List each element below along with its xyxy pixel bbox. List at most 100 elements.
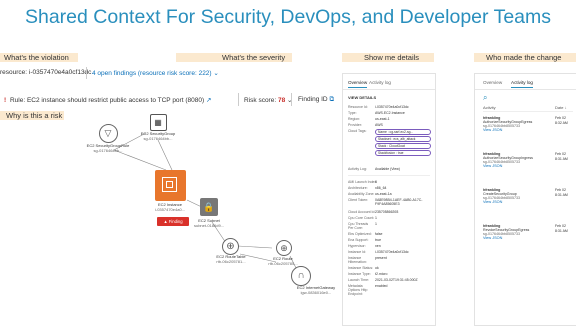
row-label: Type: — [348, 111, 357, 115]
node-id: i-0357470e4a0... — [154, 207, 186, 212]
col-activity: Activity — [483, 105, 496, 110]
activity-log-link[interactable]: Available (View) — [375, 167, 400, 171]
row-label: Architecture: — [348, 186, 368, 190]
tag-chip[interactable]: Stack : CloudGoat — [375, 143, 431, 149]
lock-icon[interactable]: 🔒 — [200, 198, 218, 216]
row-label: Region: — [348, 117, 361, 121]
row-label: Cloud Account Id: — [348, 210, 376, 214]
col-date-label: Date — [555, 105, 564, 110]
finding-badge-label: Finding — [168, 219, 183, 224]
list-item[interactable]: hfrankling CreateSecurityGroup sg-017646… — [483, 188, 573, 204]
row-label: Metadata Options Http Endpoint: — [348, 284, 368, 296]
edge-sg-instance — [157, 139, 173, 171]
row-label: Activity Log: — [348, 167, 367, 171]
tab-activity-log[interactable]: Activity log — [369, 80, 391, 85]
cloud-tags: Name : cg-ssrf-ec2-sg... Stackset : ecs_… — [375, 129, 431, 156]
row-value: t2.micro — [375, 272, 388, 276]
entry-date: Feb 02 — [555, 152, 566, 156]
node-security-group-rule[interactable]: ▽ EC2 SecurityGroupRule sg-0176464bb... — [86, 124, 130, 153]
entry-date: Feb 02 — [555, 224, 566, 228]
node-id: igw-0836016e0... — [300, 290, 332, 295]
tag-chip[interactable]: Stackfusion : true — [375, 150, 431, 156]
entry-time: 8:32 AM — [555, 121, 568, 125]
entry-date: Feb 02 — [555, 116, 566, 120]
row-value: 0A8E98B4-1AEF-4AB0-A17C-F9F4A85605E3 — [375, 198, 423, 206]
entry-time: 8:31 AM — [555, 157, 568, 161]
list-item[interactable]: hfrankling AuthorizeSecurityGroupEgress … — [483, 116, 573, 132]
view-json-link[interactable]: View JSON — [483, 236, 573, 240]
edge-rule-instance — [113, 149, 167, 171]
funnel-icon: ▽ — [98, 124, 118, 143]
row-value: 0 — [375, 180, 377, 184]
row-value: 2021-03-02T19:31:45.000Z — [375, 278, 418, 282]
row-value: 1 — [375, 216, 377, 220]
row-value: false — [375, 232, 383, 236]
row-label: Cloud Tags: — [348, 129, 367, 133]
row-label: Client Token: — [348, 198, 369, 202]
row-value: xen — [375, 244, 381, 248]
entry-time: 8:31 AM — [555, 193, 568, 197]
view-json-link[interactable]: View JSON — [483, 200, 573, 204]
tag-chip[interactable]: Stackset : ecs_alb_attack — [375, 136, 431, 142]
row-label: Ebs Optimized: — [348, 232, 372, 236]
node-id: sg-0176464bb... — [143, 136, 173, 141]
node-subnet-label: EC2 Subnet subnet-0186d9... — [186, 218, 232, 228]
gateway-icon[interactable]: ∩ — [291, 266, 311, 286]
row-label: Launch Time: — [348, 278, 370, 282]
row-value: us-east-1a — [375, 192, 392, 196]
row-value: ok — [375, 266, 379, 270]
row-value: true — [375, 238, 382, 242]
divider — [483, 111, 573, 112]
node-security-group[interactable]: ▦ EC2 SecurityGroup sg-0176464bb... — [136, 114, 180, 141]
list-item[interactable]: hfrankling AuthorizeSecurityGroupIngress… — [483, 152, 573, 168]
row-value: i-0357470e4a0cf13dc — [375, 105, 409, 109]
edge-route-table-route — [237, 245, 273, 249]
row-label: Instance Id: — [348, 250, 367, 254]
details-heading: VIEW DETAILS — [348, 95, 377, 100]
row-label: Instance Type: — [348, 272, 371, 276]
route-icon[interactable]: ⊕ — [276, 240, 292, 256]
col-date[interactable]: Date ↓ — [555, 105, 567, 110]
view-json-link[interactable]: View JSON — [483, 164, 573, 168]
crosshair-icon[interactable]: ⊕ — [222, 238, 239, 255]
entry-time: 8:31 AM — [555, 229, 568, 233]
building-icon: ▦ — [149, 114, 167, 131]
row-value: present — [375, 256, 387, 260]
warning-icon: ▲ — [163, 219, 168, 224]
search-icon[interactable]: ⌕ — [483, 93, 487, 103]
node-id: rtb-06c205781... — [216, 259, 246, 264]
node-route-table-label: EC2 RouteTable rtb-06c205781... — [206, 254, 256, 264]
details-panel: Overview Activity log VIEW DETAILS Resou… — [342, 73, 436, 326]
tab-overview[interactable]: Overview — [348, 80, 368, 88]
row-label: Hypervisor: — [348, 244, 366, 248]
row-label: Cpu Core Count: — [348, 216, 375, 220]
divider — [348, 175, 430, 176]
entry-date: Feb 02 — [555, 188, 566, 192]
row-label: Instance Status: — [348, 266, 374, 270]
view-json-link[interactable]: View JSON — [483, 128, 573, 132]
row-value: us-east-1 — [375, 117, 390, 121]
row-label: Resource Id: — [348, 105, 368, 109]
row-label: Ena Support: — [348, 238, 369, 242]
divider — [343, 89, 435, 90]
list-item[interactable]: hfrankling RevokeSecurityGroupEgress sg-… — [483, 224, 573, 240]
tag-chip[interactable]: Name : cg-ssrf-ec2-sg... — [375, 129, 431, 135]
row-value: 1 — [375, 222, 377, 226]
row-value: x86_64 — [375, 186, 387, 190]
row-label: Provider: — [348, 123, 363, 127]
row-label: Instance Hibernation: — [348, 256, 367, 264]
chip-icon[interactable] — [155, 170, 186, 201]
row-label: Cpu Threads Per Core: — [348, 222, 369, 230]
tab-activity-log[interactable]: Activity log — [511, 80, 533, 88]
finding-badge[interactable]: ▲ Finding — [157, 217, 189, 226]
node-instance-label: EC2 Instance i-0357470e4a0... — [140, 202, 200, 212]
sort-icon: ↓ — [564, 105, 567, 110]
tab-overview[interactable]: Overview — [483, 80, 502, 85]
row-value: 235705866393 — [375, 210, 399, 214]
node-igw-label: EC2 InternetGateway igw-0836016e0... — [292, 285, 340, 295]
row-value: enabled — [375, 284, 388, 288]
row-value: i-0357470e4a0cf13dc — [375, 250, 409, 254]
node-id: subnet-0186d9... — [193, 223, 225, 228]
row-label: AMI Launch Index: — [348, 180, 378, 184]
activity-panel: Overview Activity log ⌕ Activity Date ↓ … — [474, 73, 576, 326]
